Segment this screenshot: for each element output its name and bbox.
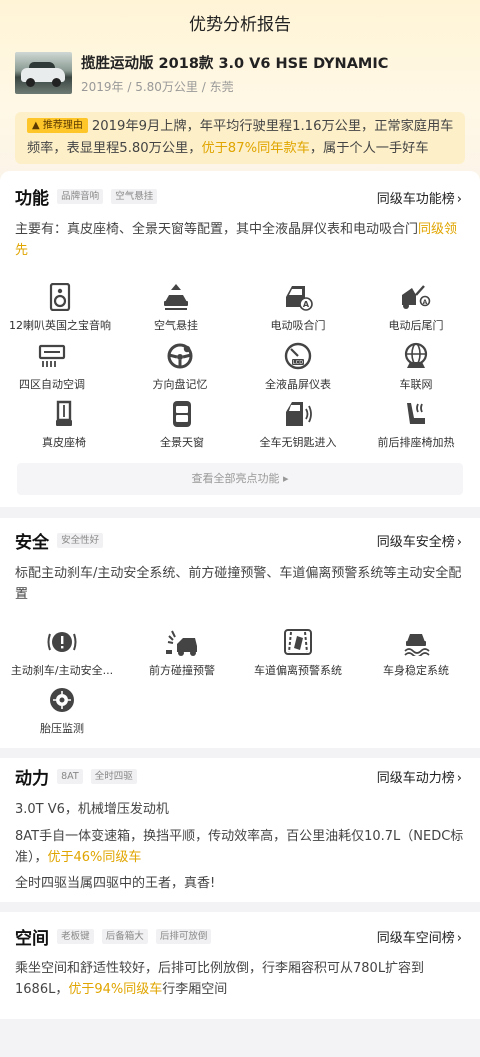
feature-item[interactable]: 方向盘记忆: [120, 342, 240, 392]
reason-highlight: 优于87%同年款车: [201, 141, 310, 156]
climate-control-icon: [38, 344, 66, 367]
connected-car-icon: [404, 342, 428, 368]
lcd-gauge-icon: LCD: [284, 342, 312, 370]
svg-text:A: A: [303, 300, 310, 309]
power-drivetrain: 全时四驱当属四驱中的王者，真香!: [15, 876, 216, 891]
view-all-features-button[interactable]: 查看全部亮点功能 ▸: [17, 463, 463, 495]
reason-text-2: ，属于个人一手好车: [309, 141, 429, 156]
safety-header: 安全 安全性好: [15, 528, 104, 553]
car-summary: 揽胜运动版 2018款 3.0 V6 HSE DYNAMIC 2019年 / 5…: [15, 52, 470, 94]
feature-item[interactable]: 全车无钥匙进入: [238, 400, 358, 450]
space-tag: 后排可放倒: [155, 929, 212, 944]
seat-heating-icon: [407, 403, 425, 424]
svg-text:LCD: LCD: [293, 360, 303, 366]
safety-tag: 安全性好: [57, 533, 104, 548]
feature-item[interactable]: 前后排座椅加热: [356, 400, 476, 450]
recommend-badge: ▲ 推荐理由: [27, 118, 88, 133]
space-header: 空间 老板键 后备箱大 后排可放倒: [15, 924, 212, 949]
feature-item[interactable]: A 电动后尾门: [356, 283, 476, 333]
space-title: 空间: [15, 929, 49, 949]
safety-item[interactable]: 车道偏离预警系统: [238, 628, 358, 678]
power-section: 动力 8AT 全时四驱 同级车动力榜 › 3.0T V6，机械增压发动机 8AT手…: [0, 758, 480, 902]
safety-item[interactable]: 胎压监测: [2, 686, 122, 736]
recommend-reason: ▲ 推荐理由 2019年9月上牌，年平均行驶里程1.16万公里，正常家庭用车频率…: [15, 112, 465, 164]
active-brake-icon: [47, 632, 77, 652]
chevron-right-icon: ›: [456, 535, 462, 550]
report-header: 优势分析报告 揽胜运动版 2018款 3.0 V6 HSE DYNAMIC 20…: [0, 0, 480, 178]
feature-item[interactable]: 空气悬挂: [116, 283, 236, 333]
car-thumbnail: [15, 52, 72, 94]
chevron-right-icon: ›: [456, 192, 462, 207]
feature-item[interactable]: 车联网: [356, 342, 476, 392]
space-tag: 后备箱大: [101, 929, 148, 944]
features-section: 功能 品牌音响 空气悬挂 同级车功能榜 › 主要有：真皮座椅、全景天窗等配置，其中…: [0, 171, 480, 507]
safety-rank-link[interactable]: 同级车安全榜 ›: [377, 531, 462, 550]
space-tag: 老板键: [57, 929, 94, 944]
lane-departure-icon: [284, 629, 312, 655]
soft-close-door-icon: A: [286, 286, 313, 311]
power-tag: 8AT: [57, 769, 83, 784]
speaker-icon: [49, 283, 71, 311]
safety-item[interactable]: 前方碰撞预警: [122, 628, 242, 678]
svg-text:A: A: [423, 299, 428, 306]
feature-item[interactable]: LCD 全液晶屏仪表: [238, 342, 358, 392]
chevron-right-icon: ›: [456, 931, 462, 946]
power-rank-link[interactable]: 同级车动力榜 ›: [377, 767, 462, 786]
chevron-right-icon: ›: [456, 771, 462, 786]
safety-item[interactable]: 主动刹车/主动安全...: [2, 628, 122, 678]
power-title: 动力: [15, 769, 49, 789]
features-tag: 空气悬挂: [111, 189, 158, 204]
power-header: 动力 8AT 全时四驱: [15, 764, 137, 789]
keyless-entry-icon: [286, 402, 312, 426]
tire-pressure-icon: [50, 688, 74, 712]
features-header: 功能 品牌音响 空气悬挂: [15, 184, 158, 209]
steering-wheel-icon: [167, 343, 193, 369]
collision-warning-icon: [166, 630, 197, 656]
features-title: 功能: [15, 189, 49, 209]
space-rank-link[interactable]: 同级车空间榜 ›: [377, 927, 462, 946]
car-name: 揽胜运动版 2018款 3.0 V6 HSE DYNAMIC: [81, 56, 389, 72]
feature-item[interactable]: A 电动吸合门: [238, 283, 358, 333]
space-section: 空间 老板键 后备箱大 后排可放倒 同级车空间榜 › 乘坐空间和舒适性较好，后排可…: [0, 912, 480, 1019]
features-rank-link[interactable]: 同级车功能榜 ›: [377, 188, 462, 207]
leather-seat-icon: [56, 400, 72, 426]
safety-title: 安全: [15, 533, 49, 553]
air-suspension-icon: [164, 284, 188, 310]
features-desc: 主要有：真皮座椅、全景天窗等配置，其中全液晶屏仪表和电动吸合门同级领先: [15, 222, 458, 258]
thumb-up-icon: ▲: [32, 120, 40, 131]
features-tag: 品牌音响: [57, 189, 104, 204]
feature-item[interactable]: 全景天窗: [122, 400, 242, 450]
power-tailgate-icon: A: [402, 285, 431, 309]
car-meta: 2019年 / 5.80万公里 / 东莞: [81, 80, 234, 94]
safety-item[interactable]: 车身稳定系统: [356, 628, 476, 678]
page-title: 优势分析报告: [189, 15, 291, 35]
safety-desc: 标配主动刹车/主动安全系统、前方碰撞预警、车道偏离预警系统等主动安全配置: [15, 566, 462, 602]
power-transmission: 8AT手自一体变速箱，换挡平顺，传动效率高，百公里油耗仅10.7L（NEDC标准…: [15, 829, 464, 865]
feature-item[interactable]: 12喇叭英国之宝音响: [0, 283, 120, 333]
feature-item[interactable]: 四区自动空调: [0, 342, 112, 392]
safety-section: 安全 安全性好 同级车安全榜 › 标配主动刹车/主动安全系统、前方碰撞预警、车道偏…: [0, 518, 480, 748]
panoramic-sunroof-icon: [173, 401, 191, 427]
power-engine: 3.0T V6，机械增压发动机: [15, 802, 169, 817]
space-desc: 乘坐空间和舒适性较好，后排可比例放倒，行李厢容积可从780L扩容到1686L，优…: [15, 961, 425, 997]
power-tag: 全时四驱: [90, 769, 137, 784]
stability-control-icon: [404, 634, 430, 656]
feature-item[interactable]: 真皮座椅: [4, 400, 124, 450]
